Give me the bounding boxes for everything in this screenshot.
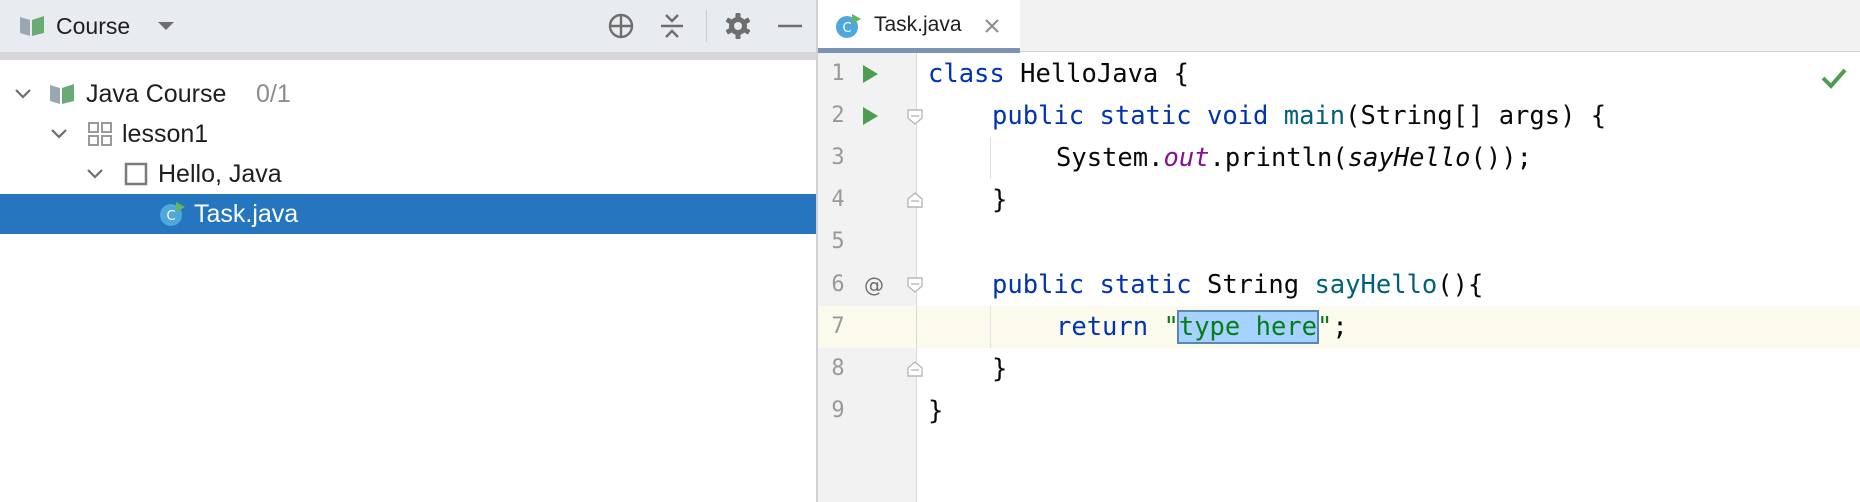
code-line-4: }	[992, 185, 1008, 215]
line-number: 3	[831, 145, 845, 170]
check-icon[interactable]	[1820, 66, 1848, 90]
code-text: (String[] args) {	[1345, 101, 1607, 131]
run-icon[interactable]	[856, 60, 884, 88]
course-book-icon	[18, 14, 46, 38]
keyword: static	[1099, 101, 1192, 131]
lesson-label: lesson1	[122, 119, 209, 148]
line-number: 2	[831, 103, 845, 128]
line-number: 4	[831, 187, 845, 212]
svg-text:C: C	[842, 21, 851, 36]
static-field: out	[1163, 143, 1210, 173]
code-text: HelloJava {	[1004, 59, 1189, 89]
tree-row-task[interactable]: Hello, Java	[0, 154, 816, 194]
code-text: .println(	[1209, 143, 1348, 173]
tree-row-course[interactable]: Java Course 0/1	[0, 74, 816, 114]
run-icon[interactable]	[856, 102, 884, 130]
code-line-9: }	[928, 396, 944, 426]
project-panel: Course Java Course 0/1 lesson1 Hello, Ja…	[0, 0, 816, 502]
chevron-down-icon[interactable]	[155, 18, 177, 34]
toolbar-divider	[706, 10, 707, 42]
chevron-down-icon[interactable]	[12, 83, 34, 105]
editor-tab-bar: C Task.java	[818, 0, 1860, 53]
keyword: static	[1099, 270, 1192, 300]
svg-text:@: @	[864, 273, 884, 297]
lesson-grid-icon	[86, 120, 114, 148]
tab-label: Task.java	[874, 13, 962, 36]
tree-row-file-selected[interactable]: C Task.java	[0, 194, 816, 234]
indent-guide	[990, 306, 991, 348]
code-line-7: return "type here";	[1056, 306, 1348, 348]
close-icon[interactable]	[982, 16, 1002, 36]
java-class-icon: C	[158, 200, 186, 228]
line-number: 1	[831, 61, 845, 86]
chevron-down-icon[interactable]	[48, 123, 70, 145]
type-name: String	[1206, 270, 1300, 300]
task-label: Hello, Java	[158, 159, 282, 188]
fold-marker-icon[interactable]	[906, 108, 924, 126]
minimize-icon[interactable]	[774, 10, 806, 42]
locate-crosshair-icon[interactable]	[605, 10, 637, 42]
code-line-8: }	[992, 354, 1008, 384]
code-line-3: System.out.println(sayHello());	[1056, 137, 1532, 179]
course-progress: 0/1	[256, 79, 291, 108]
keyword: public	[992, 270, 1085, 300]
fold-marker-icon[interactable]	[906, 276, 924, 294]
java-class-icon: C	[834, 12, 862, 40]
static-call: sayHello	[1347, 143, 1471, 173]
panel-title[interactable]: Course	[56, 12, 130, 40]
indent-guide	[990, 137, 991, 179]
chevron-down-icon[interactable]	[84, 163, 106, 185]
keyword: return	[1056, 312, 1149, 342]
collapse-all-icon[interactable]	[656, 10, 688, 42]
annotation-at-icon[interactable]: @	[860, 271, 888, 299]
line-number: 6	[831, 272, 845, 297]
string-quote: "	[1163, 312, 1179, 342]
task-square-icon	[122, 160, 150, 188]
course-label: Java Course	[86, 79, 227, 108]
keyword: void	[1206, 101, 1269, 131]
course-book-icon	[48, 80, 76, 108]
code-text: System.	[1056, 143, 1164, 173]
method-name: main	[1283, 101, 1346, 131]
panel-header-strip	[0, 52, 816, 60]
keyword: class	[928, 59, 1005, 89]
string-quote: "	[1317, 312, 1333, 342]
code-line-6: public static String sayHello(){	[992, 264, 1483, 306]
fold-marker-icon[interactable]	[906, 360, 924, 378]
svg-text:C: C	[166, 209, 175, 224]
tree-row-lesson[interactable]: lesson1	[0, 114, 816, 154]
tab-task-java[interactable]: C Task.java	[818, 0, 1020, 53]
code-line-1: class HelloJava {	[928, 53, 1189, 95]
line-number: 5	[831, 229, 845, 254]
project-panel-header: Course	[0, 0, 816, 52]
line-number: 9	[831, 398, 845, 423]
gear-icon[interactable]	[722, 10, 754, 42]
line-number: 8	[831, 356, 845, 381]
code-text: (){	[1437, 270, 1484, 300]
code-text: ());	[1470, 143, 1532, 173]
file-label: Task.java	[194, 199, 299, 228]
keyword: public	[992, 101, 1085, 131]
line-number: 7	[831, 314, 845, 339]
fold-marker-icon[interactable]	[906, 191, 924, 209]
selected-placeholder-text[interactable]: type here	[1176, 310, 1320, 344]
code-line-2: public static void main(String[] args) {	[992, 95, 1606, 137]
method-name: sayHello	[1314, 270, 1438, 300]
code-text: ;	[1332, 312, 1348, 342]
